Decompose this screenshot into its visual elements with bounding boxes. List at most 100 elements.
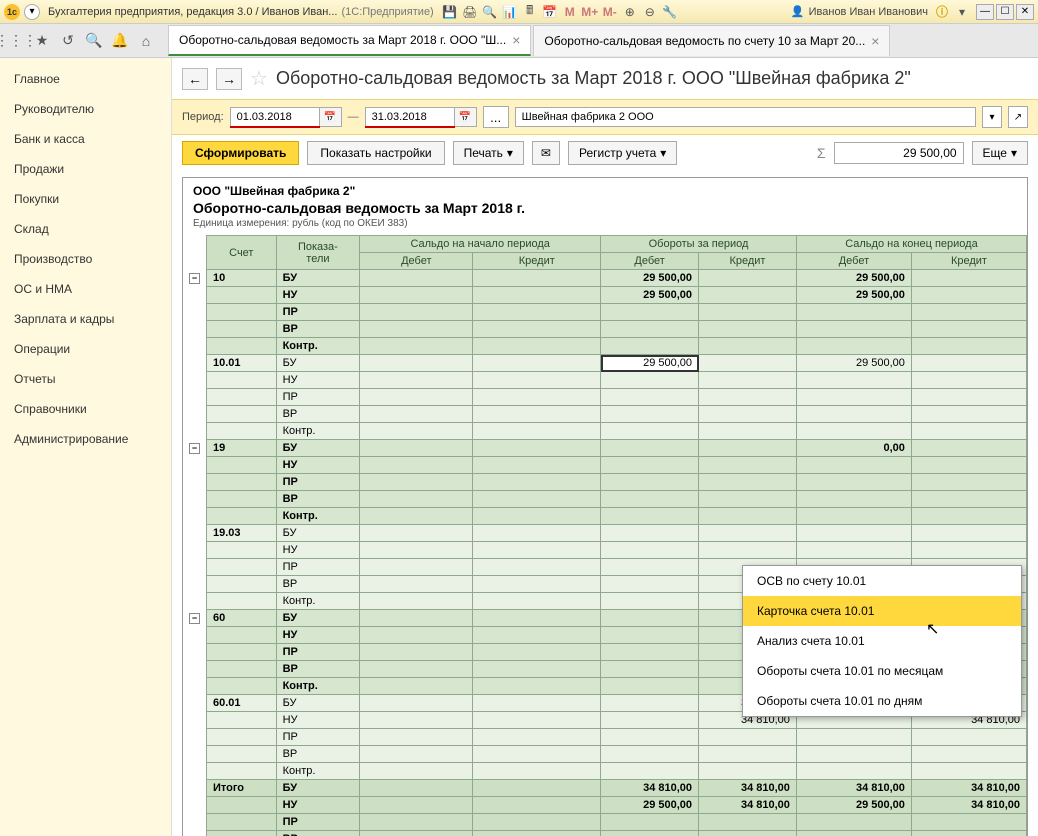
account-cell[interactable] <box>207 474 277 491</box>
account-cell[interactable] <box>207 457 277 474</box>
table-cell[interactable] <box>601 831 699 836</box>
table-cell[interactable]: 29 500,00 <box>601 270 699 287</box>
table-cell[interactable] <box>473 440 601 457</box>
table-cell[interactable] <box>601 627 699 644</box>
table-cell[interactable] <box>473 712 601 729</box>
table-cell[interactable] <box>360 474 473 491</box>
table-cell[interactable] <box>911 814 1026 831</box>
table-cell[interactable] <box>360 780 473 797</box>
sidebar-item-manager[interactable]: Руководителю <box>0 94 171 124</box>
table-cell[interactable] <box>796 763 911 780</box>
table-cell[interactable] <box>699 304 797 321</box>
table-cell[interactable] <box>911 338 1026 355</box>
table-cell[interactable] <box>911 304 1026 321</box>
table-cell[interactable] <box>911 746 1026 763</box>
table-cell[interactable] <box>699 423 797 440</box>
table-cell[interactable] <box>360 440 473 457</box>
table-cell[interactable] <box>473 746 601 763</box>
table-cell[interactable] <box>473 321 601 338</box>
period-from-input[interactable] <box>230 107 320 127</box>
table-cell[interactable] <box>360 576 473 593</box>
table-cell[interactable]: 29 500,00 <box>796 797 911 814</box>
table-cell[interactable] <box>699 372 797 389</box>
register-button[interactable]: Регистр учета▾ <box>568 141 677 165</box>
period-to-input[interactable] <box>365 107 455 127</box>
history-icon[interactable]: ↺ <box>58 31 78 51</box>
table-cell[interactable] <box>473 559 601 576</box>
table-cell[interactable] <box>601 389 699 406</box>
table-cell[interactable] <box>360 729 473 746</box>
table-cell[interactable] <box>601 474 699 491</box>
table-cell[interactable] <box>360 814 473 831</box>
table-cell[interactable] <box>699 355 797 372</box>
sidebar-item-catalogs[interactable]: Справочники <box>0 394 171 424</box>
context-menu-item[interactable]: Анализ счета 10.01 <box>743 626 1021 656</box>
table-cell[interactable] <box>360 695 473 712</box>
table-cell[interactable] <box>601 440 699 457</box>
apps-icon[interactable]: ⋮⋮⋮ <box>6 31 26 51</box>
table-cell[interactable] <box>601 423 699 440</box>
account-cell[interactable]: 19 <box>207 440 277 457</box>
sidebar-item-salary[interactable]: Зарплата и кадры <box>0 304 171 334</box>
table-cell[interactable] <box>796 457 911 474</box>
zoom-in-icon[interactable]: ⊕ <box>622 4 638 20</box>
table-cell[interactable] <box>601 661 699 678</box>
table-cell[interactable] <box>473 729 601 746</box>
table-cell[interactable]: 29 500,00 <box>601 287 699 304</box>
table-cell[interactable] <box>601 457 699 474</box>
compare-icon[interactable]: 📊 <box>502 4 518 20</box>
table-cell[interactable] <box>360 287 473 304</box>
tab-close-icon[interactable]: × <box>512 32 520 48</box>
table-cell[interactable]: 29 500,00 <box>601 355 699 372</box>
table-cell[interactable]: 34 810,00 <box>601 780 699 797</box>
account-cell[interactable] <box>207 406 277 423</box>
table-cell[interactable] <box>360 304 473 321</box>
table-cell[interactable] <box>360 508 473 525</box>
table-cell[interactable] <box>360 457 473 474</box>
table-cell[interactable] <box>473 797 601 814</box>
search-icon[interactable]: 🔍 <box>84 31 104 51</box>
table-cell[interactable] <box>473 831 601 836</box>
table-cell[interactable] <box>911 440 1026 457</box>
account-cell[interactable] <box>207 763 277 780</box>
print-button[interactable]: Печать▾ <box>453 141 524 165</box>
table-cell[interactable] <box>473 304 601 321</box>
account-cell[interactable] <box>207 644 277 661</box>
table-cell[interactable] <box>473 695 601 712</box>
notifications-icon[interactable]: 🔔 <box>110 31 130 51</box>
table-cell[interactable] <box>699 831 797 836</box>
table-cell[interactable] <box>699 287 797 304</box>
tree-toggle-icon[interactable]: − <box>189 273 200 284</box>
context-menu-item[interactable]: Обороты счета 10.01 по месяцам <box>743 656 1021 686</box>
table-cell[interactable] <box>473 474 601 491</box>
context-menu-item[interactable]: ОСВ по счету 10.01 <box>743 566 1021 596</box>
table-cell[interactable] <box>601 372 699 389</box>
table-cell[interactable] <box>699 525 797 542</box>
tools-icon[interactable]: 🔧 <box>662 4 678 20</box>
table-cell[interactable] <box>601 508 699 525</box>
table-cell[interactable] <box>601 729 699 746</box>
table-cell[interactable] <box>473 389 601 406</box>
table-cell[interactable] <box>473 355 601 372</box>
table-cell[interactable] <box>360 389 473 406</box>
table-cell[interactable] <box>911 542 1026 559</box>
table-cell[interactable] <box>601 559 699 576</box>
account-cell[interactable] <box>207 287 277 304</box>
table-cell[interactable] <box>473 627 601 644</box>
table-cell[interactable] <box>473 457 601 474</box>
table-cell[interactable] <box>360 746 473 763</box>
account-cell[interactable] <box>207 508 277 525</box>
table-cell[interactable] <box>360 661 473 678</box>
table-cell[interactable] <box>360 644 473 661</box>
account-cell[interactable] <box>207 729 277 746</box>
table-cell[interactable]: 29 500,00 <box>796 355 911 372</box>
table-cell[interactable] <box>601 763 699 780</box>
sum-field[interactable] <box>834 142 964 164</box>
table-cell[interactable] <box>360 406 473 423</box>
table-cell[interactable] <box>473 508 601 525</box>
table-cell[interactable] <box>360 525 473 542</box>
table-cell[interactable] <box>601 338 699 355</box>
table-cell[interactable] <box>360 542 473 559</box>
account-cell[interactable] <box>207 678 277 695</box>
table-cell[interactable] <box>911 525 1026 542</box>
